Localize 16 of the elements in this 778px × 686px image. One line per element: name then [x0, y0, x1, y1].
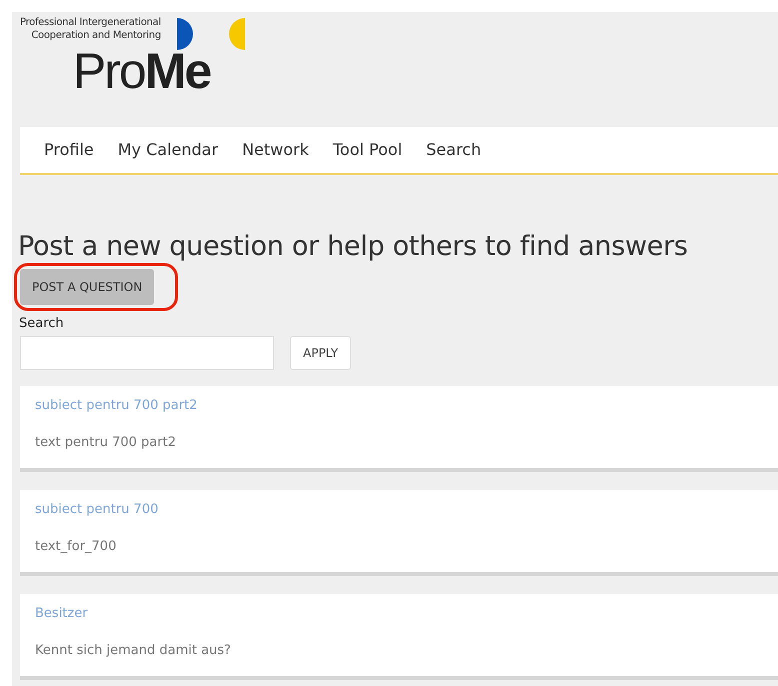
- question-text: Kennt sich jemand damit aus?: [35, 642, 231, 660]
- logo-tagline: Professional Intergenerational: [20, 16, 161, 29]
- post-question-button[interactable]: POST A QUESTION: [20, 269, 154, 305]
- question-text: text pentru 700 part2: [35, 434, 176, 452]
- logo-tagline: Cooperation and Mentoring: [31, 29, 161, 42]
- nav-link[interactable]: Search: [418, 138, 490, 162]
- nav-link[interactable]: Network: [234, 138, 317, 162]
- nav-link[interactable]: My Calendar: [110, 138, 226, 162]
- search-field[interactable]: [20, 336, 274, 370]
- logo-wordmark: ProMe: [72, 44, 212, 98]
- nav-link[interactable]: Profile: [36, 138, 102, 162]
- nav-link[interactable]: Tool Pool: [324, 138, 410, 162]
- search-label: Search: [19, 315, 65, 333]
- question-text: text_for_700: [35, 538, 116, 556]
- page-heading: Post a new question or help others to find answers: [18, 230, 689, 264]
- apply-button[interactable]: APPLY: [290, 336, 352, 370]
